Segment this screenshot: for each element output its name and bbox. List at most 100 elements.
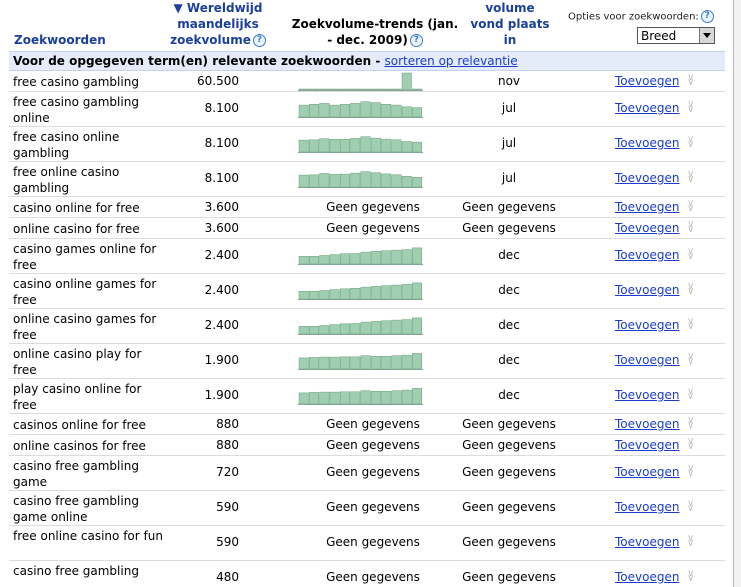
trend-bar	[401, 284, 412, 300]
help-icon[interactable]: ?	[409, 34, 423, 47]
add-keyword-link[interactable]: Toevoegen	[615, 74, 679, 88]
keyword-text: free online casino for fun	[13, 529, 163, 543]
trend-bar	[329, 88, 340, 91]
help-icon[interactable]: ?	[252, 34, 266, 47]
match-type-value: Breed	[641, 29, 677, 43]
add-keyword-link[interactable]: Toevoegen	[615, 353, 679, 367]
trend-bar	[319, 103, 330, 118]
double-chevron-down-icon[interactable]: ∨ ∨	[687, 317, 694, 332]
double-chevron-down-icon[interactable]: ∨ ∨	[687, 282, 694, 297]
search-volume: 480	[216, 570, 239, 584]
double-chevron-down-icon[interactable]: ∨ ∨	[687, 247, 694, 262]
add-keyword-link[interactable]: Toevoegen	[615, 101, 679, 115]
trend-bar	[350, 323, 361, 335]
trend-bar	[319, 290, 330, 300]
add-keyword-link[interactable]: Toevoegen	[615, 200, 679, 214]
keyword-text: online casino play for free	[13, 347, 142, 377]
double-chevron-down-icon[interactable]: ∨ ∨	[687, 569, 694, 584]
trend-bar	[309, 139, 320, 153]
peak-month: Geen gegevens	[462, 417, 556, 431]
search-volume: 3.600	[204, 221, 239, 235]
header-month[interactable]: volume vond plaats in	[460, 0, 560, 48]
search-volume: 2.400	[204, 318, 239, 332]
sort-relevance-link[interactable]: sorteren op relevantie	[385, 54, 518, 68]
add-keyword-link[interactable]: Toevoegen	[615, 438, 679, 452]
double-chevron-down-icon[interactable]: ∨ ∨	[687, 100, 694, 115]
trend-bar	[319, 255, 330, 265]
trend-bar	[391, 319, 402, 335]
trend-bar	[360, 101, 371, 118]
add-keyword-link[interactable]: Toevoegen	[615, 136, 679, 150]
add-keyword-link[interactable]: Toevoegen	[615, 318, 679, 332]
match-type-select[interactable]: Breed	[637, 27, 715, 44]
double-chevron-down-icon[interactable]: ∨ ∨	[687, 220, 694, 235]
keyword-row: casino games online for free 2.400 dec Toev…	[9, 239, 725, 274]
trend-bar	[309, 392, 320, 405]
help-icon[interactable]: ?	[700, 10, 714, 23]
keyword-text: free online casino gambling	[13, 165, 120, 195]
add-keyword-link[interactable]: Toevoegen	[615, 248, 679, 262]
chevron-down-icon[interactable]	[699, 28, 714, 43]
trend-bar	[381, 138, 392, 153]
double-chevron-down-icon[interactable]: ∨ ∨	[687, 464, 694, 479]
header-keywords[interactable]: Zoekwoorden	[14, 32, 106, 48]
add-keyword-link[interactable]: Toevoegen	[615, 388, 679, 402]
peak-month: nov	[497, 74, 521, 88]
double-chevron-down-icon[interactable]: ∨ ∨	[687, 499, 694, 514]
trend-bar	[339, 391, 350, 405]
add-keyword-link[interactable]: Toevoegen	[615, 171, 679, 185]
search-volume: 720	[216, 465, 239, 479]
double-chevron-down-icon[interactable]: ∨ ∨	[687, 170, 694, 185]
double-chevron-down-icon[interactable]: ∨ ∨	[687, 199, 694, 214]
trend-bar	[391, 88, 402, 91]
header-month-line2: vond plaats	[470, 17, 550, 31]
trend-bar	[350, 253, 361, 265]
keyword-text: casino free gambling	[13, 564, 139, 578]
search-volume: 3.600	[204, 200, 239, 214]
trend-bar	[391, 390, 402, 405]
add-keyword-link[interactable]: Toevoegen	[615, 417, 679, 431]
search-volume: 2.400	[204, 248, 239, 262]
double-chevron-down-icon[interactable]: ∨ ∨	[687, 387, 694, 402]
keyword-text: online casino for free	[13, 222, 140, 236]
double-chevron-down-icon[interactable]: ∨ ∨	[687, 73, 694, 88]
keyword-text: casinos online for free	[13, 418, 146, 432]
add-keyword-link[interactable]: Toevoegen	[615, 283, 679, 297]
trend-bar	[370, 102, 381, 118]
trend-no-data: Geen gegevens	[326, 570, 420, 584]
double-chevron-down-icon[interactable]: ∨ ∨	[687, 135, 694, 150]
keyword-text: casino online games for free	[13, 277, 157, 307]
trend-bar	[391, 174, 402, 188]
trend-bar	[298, 139, 309, 153]
trend-bar	[381, 250, 392, 265]
add-keyword-link[interactable]: Toevoegen	[615, 570, 679, 584]
add-keyword-link[interactable]: Toevoegen	[615, 535, 679, 549]
trend-no-data: Geen gegevens	[326, 500, 420, 514]
add-keyword-link[interactable]: Toevoegen	[615, 221, 679, 235]
double-chevron-down-icon[interactable]: ∨ ∨	[687, 437, 694, 452]
trend-bar	[370, 391, 381, 405]
trend-bar	[401, 72, 412, 91]
keyword-row: free online casino for fun 590 Geen gegeve…	[9, 526, 725, 561]
trend-bar	[329, 104, 340, 118]
trend-bar	[412, 247, 423, 265]
trend-bar	[412, 282, 423, 300]
double-chevron-down-icon[interactable]: ∨ ∨	[687, 352, 694, 367]
double-chevron-down-icon[interactable]: ∨ ∨	[687, 416, 694, 431]
search-volume: 8.100	[204, 136, 239, 150]
trend-bar	[350, 288, 361, 300]
double-chevron-down-icon[interactable]: ∨ ∨	[687, 534, 694, 549]
header-volume[interactable]: ▼ Wereldwijd maandelijks zoekvolume?	[168, 0, 268, 48]
search-volume: 1.900	[204, 353, 239, 367]
peak-month: dec	[498, 283, 520, 297]
peak-month: jul	[501, 171, 517, 185]
keyword-row: casino free gambling 480 Geen gegevens Geen…	[9, 561, 725, 587]
header-volume-line1: ▼ Wereldwijd	[173, 1, 263, 15]
trend-bar	[298, 256, 309, 265]
keyword-text: casino games online for free	[13, 242, 157, 272]
trend-sparkline	[298, 136, 423, 153]
trend-bar	[298, 291, 309, 300]
add-keyword-link[interactable]: Toevoegen	[615, 500, 679, 514]
add-keyword-link[interactable]: Toevoegen	[615, 465, 679, 479]
search-volume: 1.900	[204, 388, 239, 402]
